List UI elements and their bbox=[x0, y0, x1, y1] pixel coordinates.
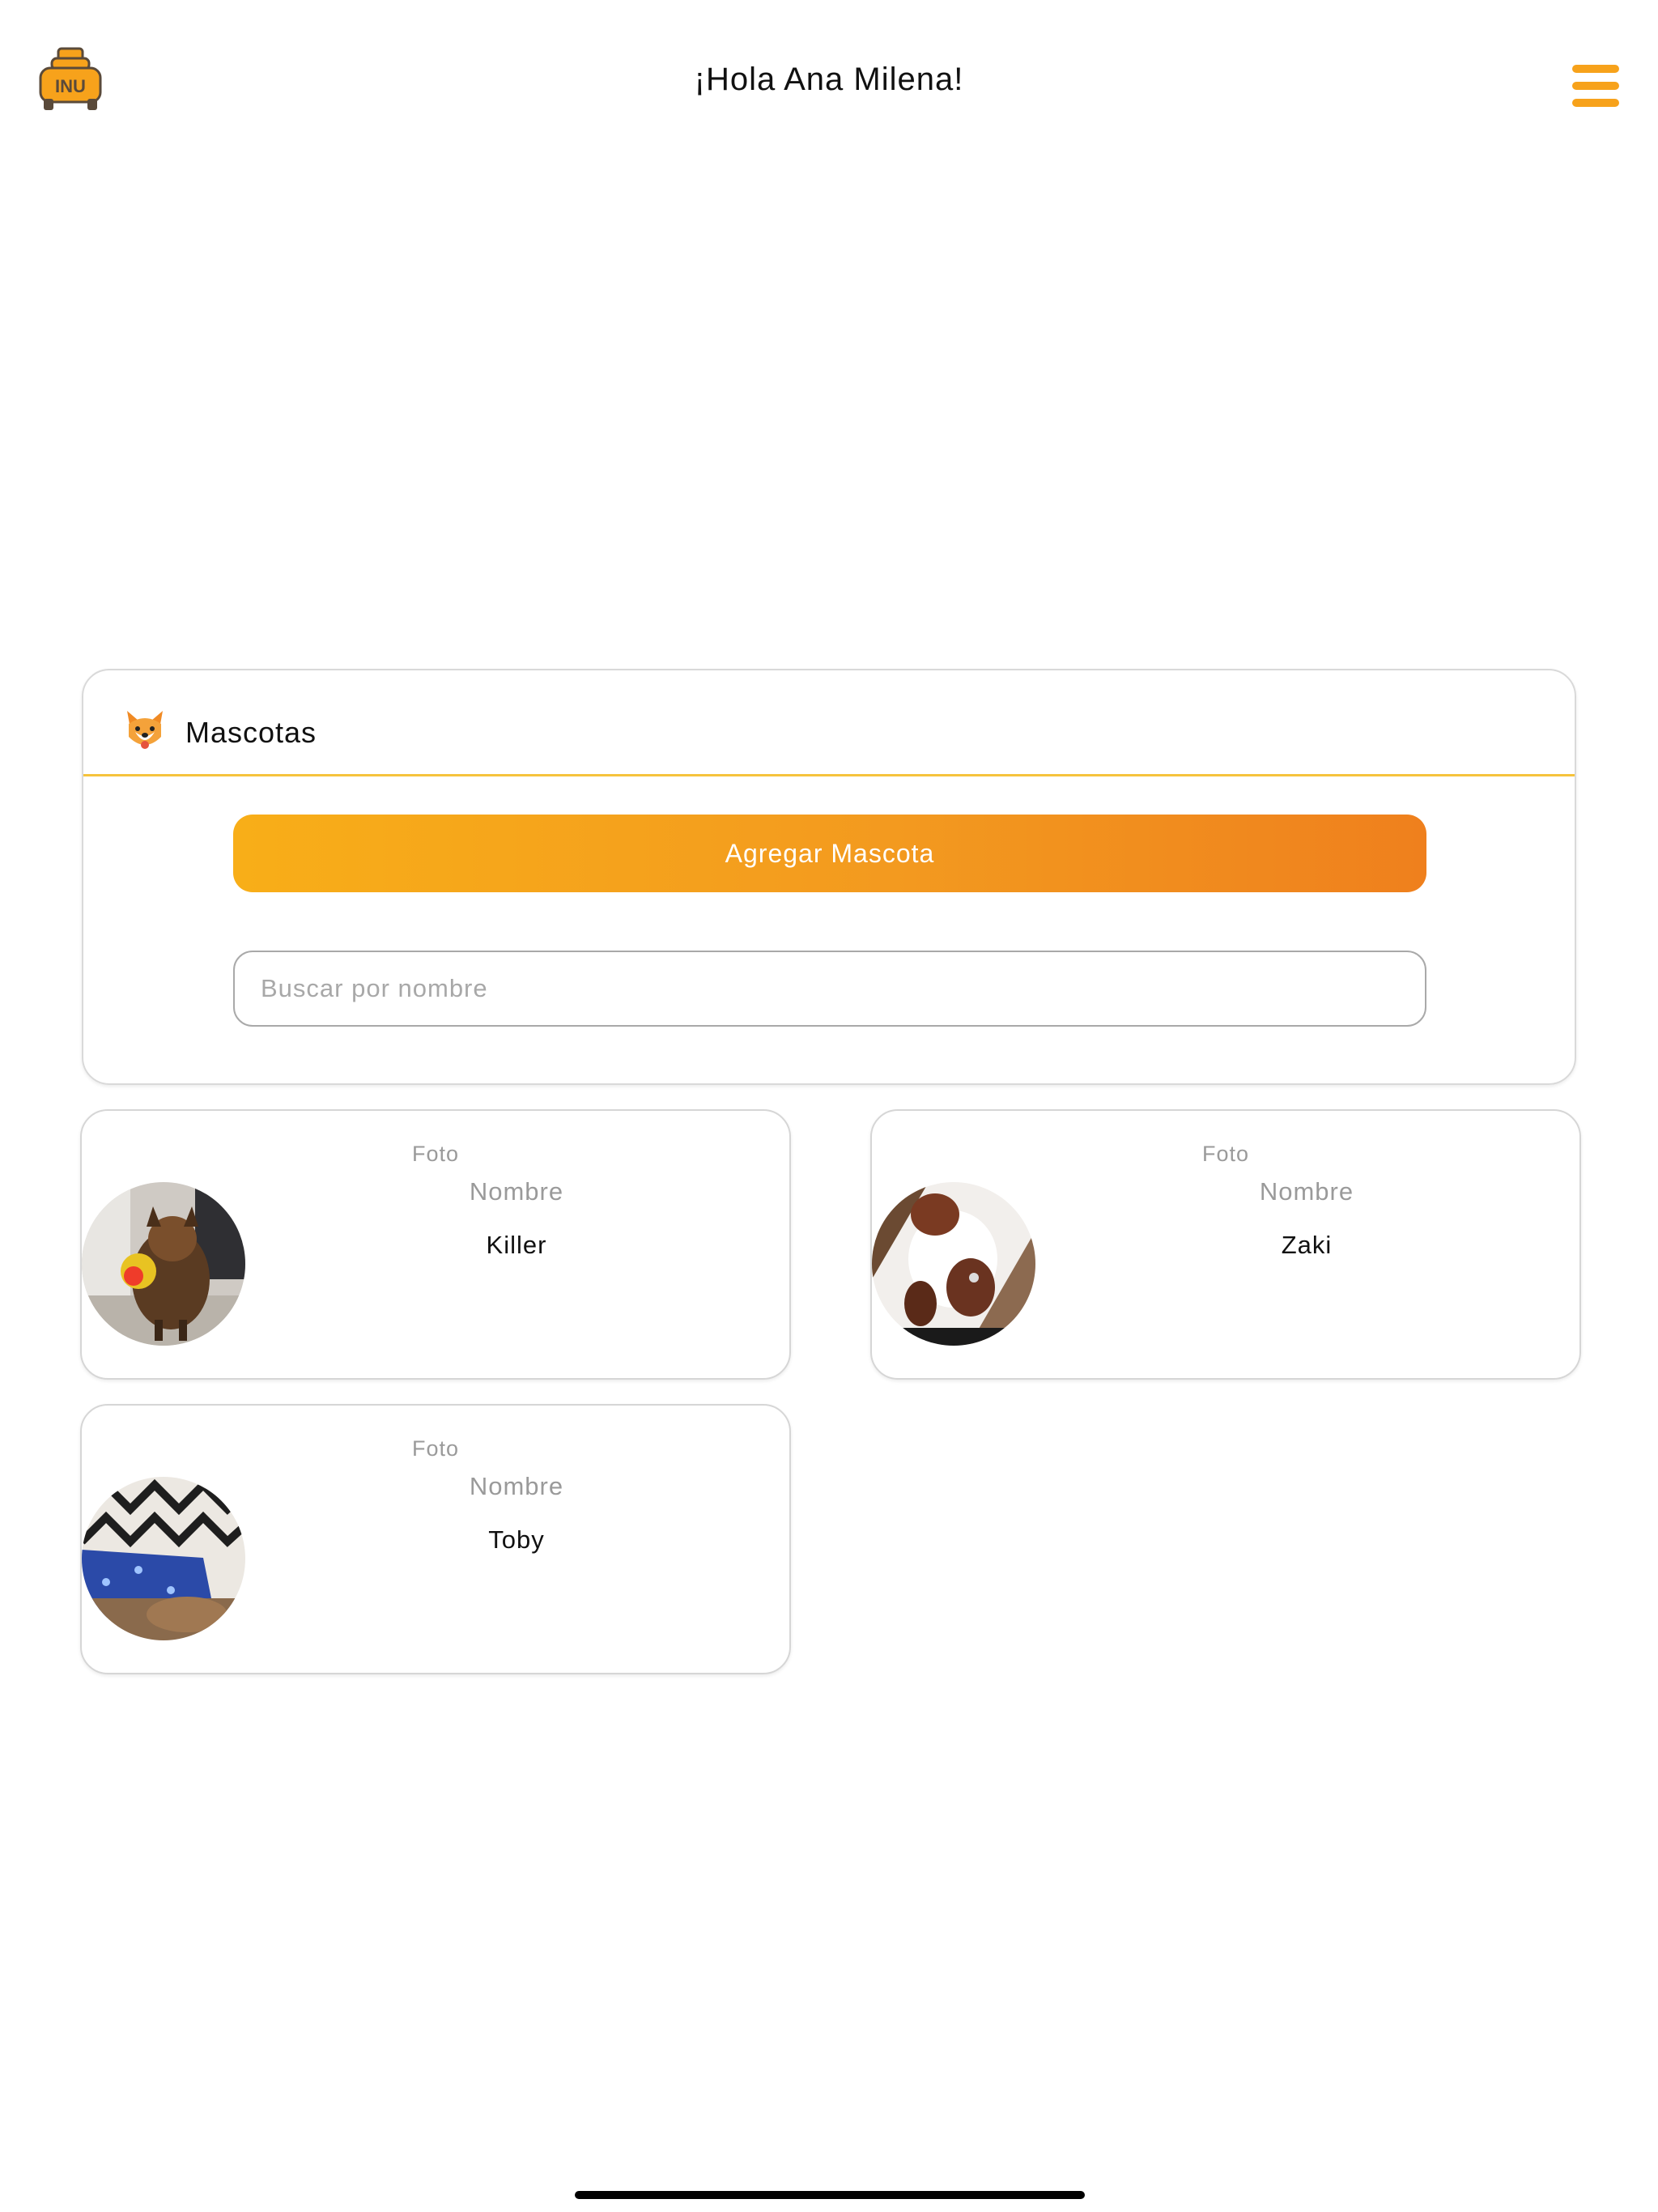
foto-label: Foto bbox=[412, 1142, 460, 1166]
pet-photo bbox=[872, 1182, 1035, 1346]
pet-card-toby[interactable]: Foto Nombre Toby bbox=[80, 1404, 791, 1674]
panel-divider bbox=[83, 774, 1575, 776]
pet-photo bbox=[82, 1477, 245, 1640]
search-input[interactable] bbox=[233, 951, 1426, 1027]
pet-photo bbox=[82, 1182, 245, 1346]
add-pet-button[interactable]: Agregar Mascota bbox=[233, 815, 1426, 892]
home-indicator bbox=[575, 2191, 1085, 2199]
pet-card-killer[interactable]: Foto Nombre Killer bbox=[80, 1109, 791, 1380]
greeting-title: ¡Hola Ana Milena! bbox=[694, 62, 964, 97]
foto-label: Foto bbox=[412, 1436, 460, 1461]
pet-card-zaki[interactable]: Foto Nombre Zaki bbox=[870, 1109, 1581, 1380]
panel-title: Mascotas bbox=[185, 716, 317, 749]
hamburger-menu-icon[interactable] bbox=[1572, 65, 1619, 107]
dog-face-icon bbox=[124, 708, 166, 755]
mascotas-panel: Mascotas Agregar Mascota bbox=[82, 669, 1576, 1085]
foto-label: Foto bbox=[1202, 1142, 1250, 1166]
